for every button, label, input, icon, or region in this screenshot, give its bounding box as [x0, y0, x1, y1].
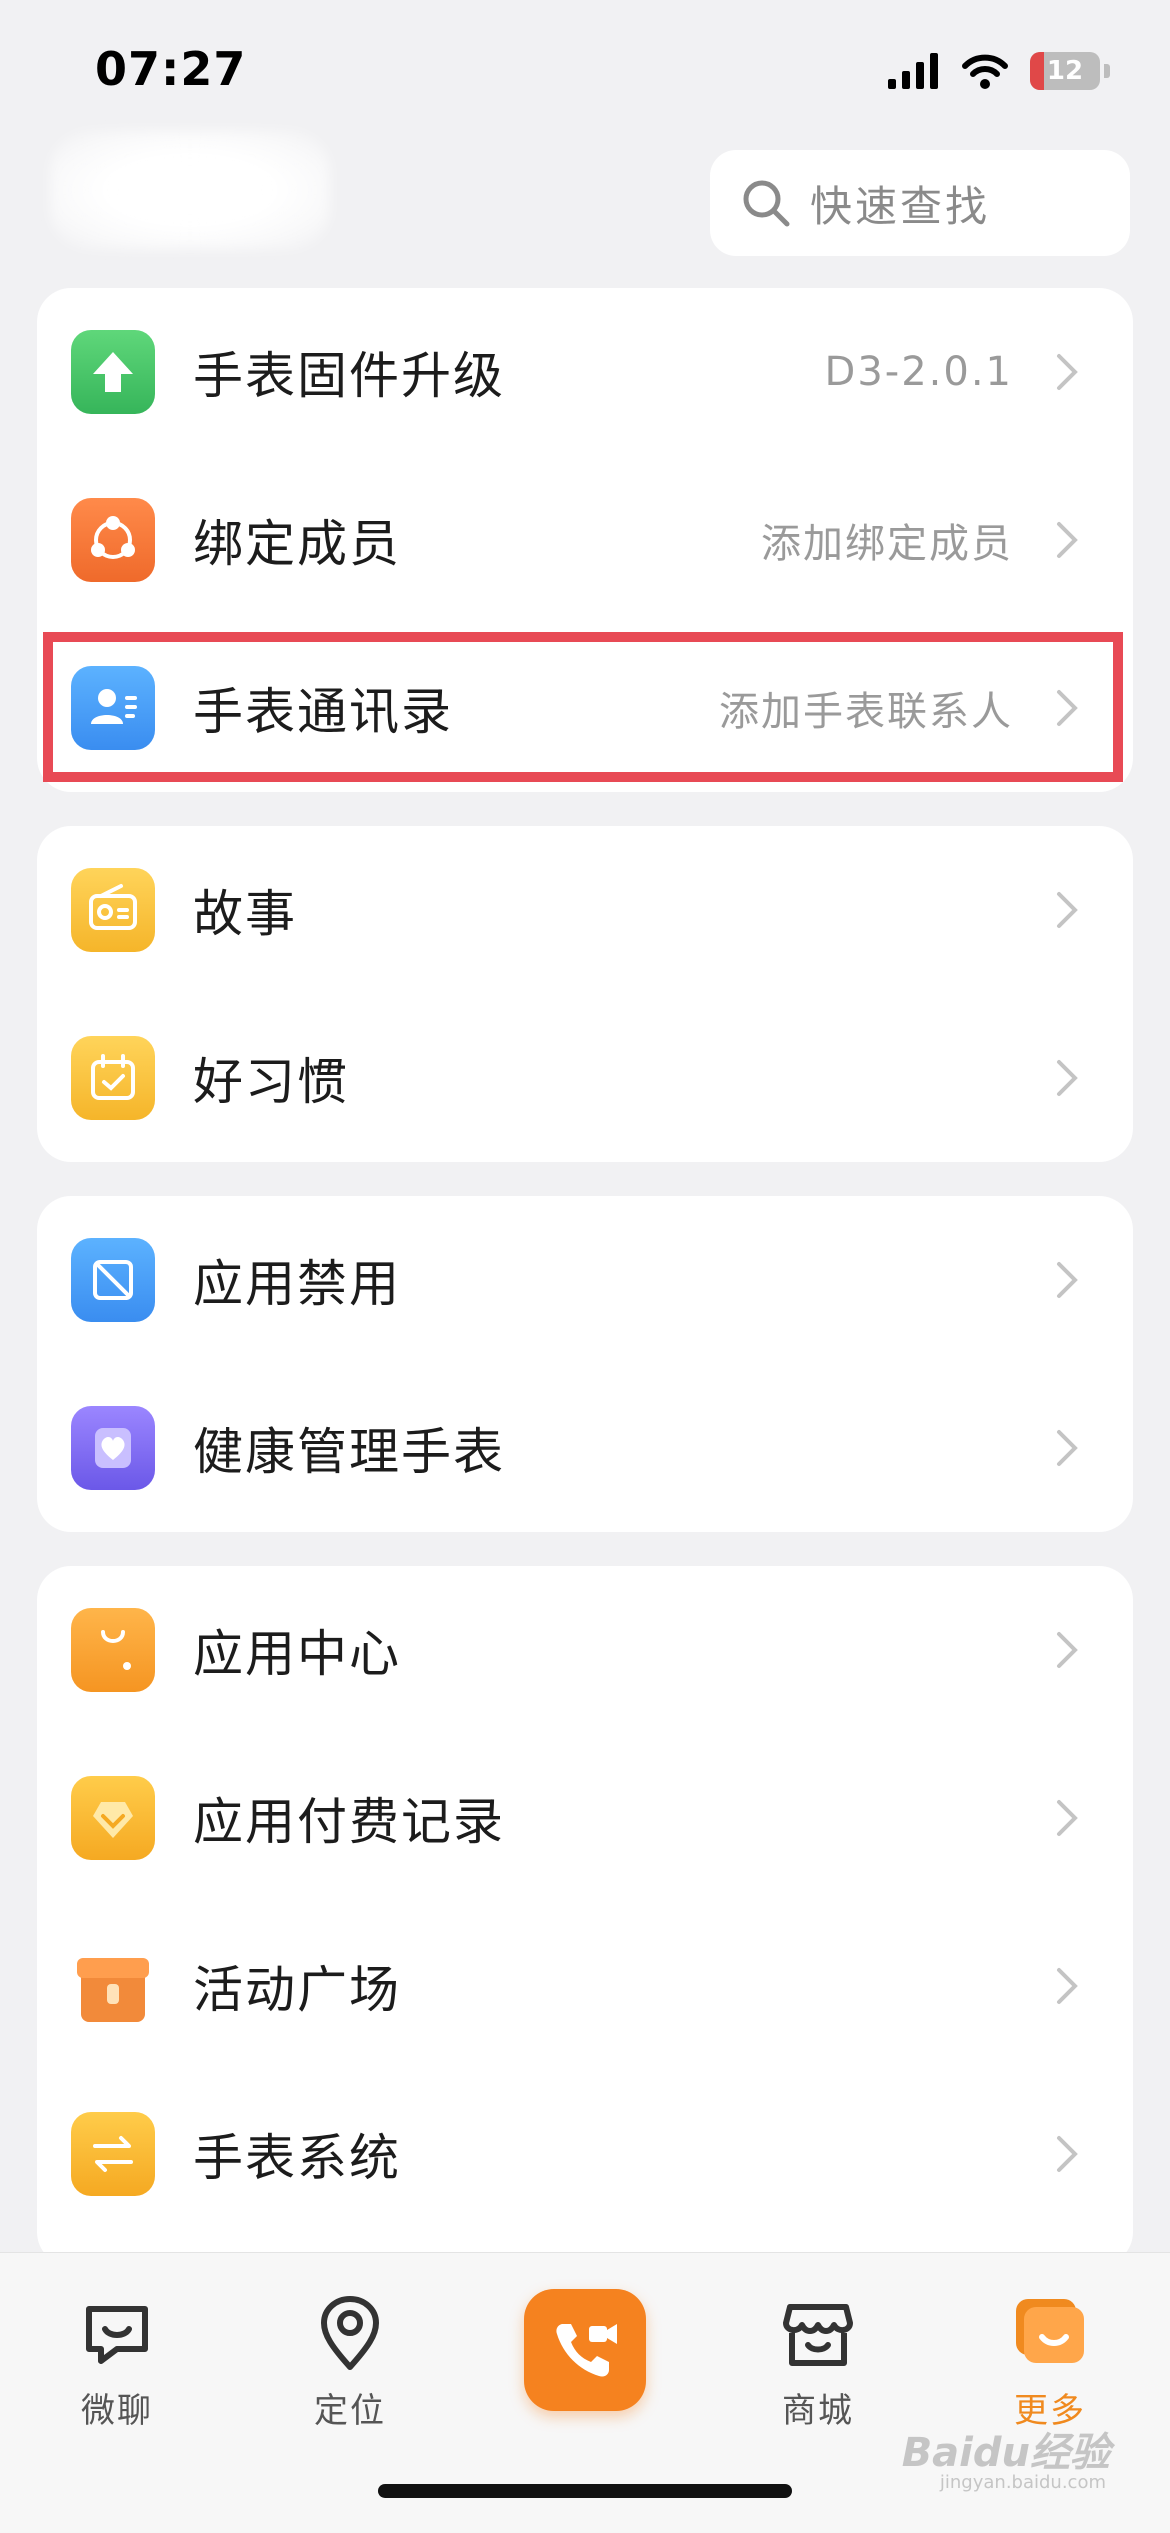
battery-level: 12	[1046, 56, 1084, 86]
list-item-health-watch[interactable]: 健康管理手表	[37, 1364, 1133, 1532]
location-icon	[321, 2296, 379, 2370]
heart-watch-icon	[71, 1406, 155, 1490]
app-disable-icon	[71, 1238, 155, 1322]
search-placeholder: 快速查找	[810, 181, 991, 231]
signal-icon	[888, 53, 938, 89]
row-value: D3-2.0.1	[824, 349, 1013, 395]
radio-icon	[71, 868, 155, 952]
upgrade-arrow-icon	[71, 330, 155, 414]
row-value: 添加绑定成员	[761, 521, 1013, 567]
battery-cap	[1104, 64, 1110, 78]
video-call-icon	[556, 2324, 617, 2377]
battery-icon: 12	[1030, 52, 1100, 90]
shopping-bag-icon	[71, 1608, 155, 1692]
chevron-right-icon	[1057, 1632, 1078, 1668]
row-label: 手表固件升级	[193, 347, 505, 405]
members-icon	[71, 498, 155, 582]
chevron-right-icon	[1057, 1262, 1078, 1298]
swap-arrows-icon	[71, 2112, 155, 2196]
list-item-app-disable[interactable]: 应用禁用	[37, 1196, 1133, 1364]
wifi-icon	[962, 54, 1008, 89]
baidu-watermark-url: jingyan.baidu.com	[939, 2472, 1106, 2493]
list-item-app-center[interactable]: 应用中心	[37, 1566, 1133, 1734]
list-item-stories[interactable]: 故事	[37, 826, 1133, 994]
diamond-icon	[71, 1776, 155, 1860]
settings-group-apps: 应用中心 应用付费记录 活动广场 手表系统	[37, 1566, 1133, 2266]
search-icon	[743, 180, 790, 227]
tab-chat[interactable]: 微聊	[27, 2293, 207, 2432]
row-label: 好习惯	[193, 1053, 349, 1111]
chevron-right-icon	[1057, 892, 1078, 928]
list-item-bind-members[interactable]: 绑定成员 添加绑定成员	[37, 456, 1133, 624]
chat-icon	[86, 2306, 148, 2364]
gift-box-icon	[71, 1944, 155, 2028]
tab-store[interactable]: 商城	[728, 2293, 908, 2432]
tab-label: 商城	[782, 2391, 854, 2431]
settings-group-content: 故事 好习惯	[37, 826, 1133, 1162]
tab-more[interactable]: 更多	[960, 2293, 1140, 2432]
baidu-watermark: Baidu经验	[901, 2430, 1110, 2476]
row-label: 故事	[193, 885, 297, 943]
row-label: 应用禁用	[193, 1255, 401, 1313]
status-icons: 12	[888, 52, 1110, 90]
store-icon	[783, 2304, 853, 2366]
chevron-right-icon	[1057, 1968, 1078, 2004]
chevron-right-icon	[1057, 2136, 1078, 2172]
row-label: 活动广场	[193, 1961, 401, 2019]
status-time: 07:27	[95, 42, 247, 96]
row-label: 手表系统	[193, 2129, 401, 2187]
row-label: 绑定成员	[193, 515, 401, 573]
search-box[interactable]: 快速查找	[710, 150, 1130, 256]
chevron-right-icon	[1057, 1430, 1078, 1466]
more-icon	[1016, 2299, 1084, 2363]
tab-label: 定位	[314, 2391, 386, 2431]
calendar-check-icon	[71, 1036, 155, 1120]
row-label: 应用中心	[193, 1625, 401, 1683]
profile-avatar-blurred[interactable]	[50, 130, 330, 250]
list-item-firmware-upgrade[interactable]: 手表固件升级 D3-2.0.1	[37, 288, 1133, 456]
highlight-annotation-box	[43, 632, 1123, 782]
tab-label: 微聊	[81, 2391, 153, 2431]
home-indicator[interactable]	[378, 2484, 792, 2498]
chevron-right-icon	[1057, 354, 1078, 390]
video-call-button[interactable]	[524, 2289, 646, 2411]
chevron-right-icon	[1057, 1060, 1078, 1096]
list-item-activity-plaza[interactable]: 活动广场	[37, 1902, 1133, 2070]
row-label: 应用付费记录	[193, 1793, 505, 1851]
chevron-right-icon	[1057, 522, 1078, 558]
chevron-right-icon	[1057, 1800, 1078, 1836]
status-bar: 07:27 12	[0, 0, 1170, 150]
row-label: 健康管理手表	[193, 1423, 505, 1481]
list-item-good-habits[interactable]: 好习惯	[37, 994, 1133, 1162]
list-item-watch-system[interactable]: 手表系统	[37, 2070, 1133, 2238]
settings-group-control: 应用禁用 健康管理手表	[37, 1196, 1133, 1532]
list-item-payment-records[interactable]: 应用付费记录	[37, 1734, 1133, 1902]
tab-location[interactable]: 定位	[260, 2293, 440, 2432]
